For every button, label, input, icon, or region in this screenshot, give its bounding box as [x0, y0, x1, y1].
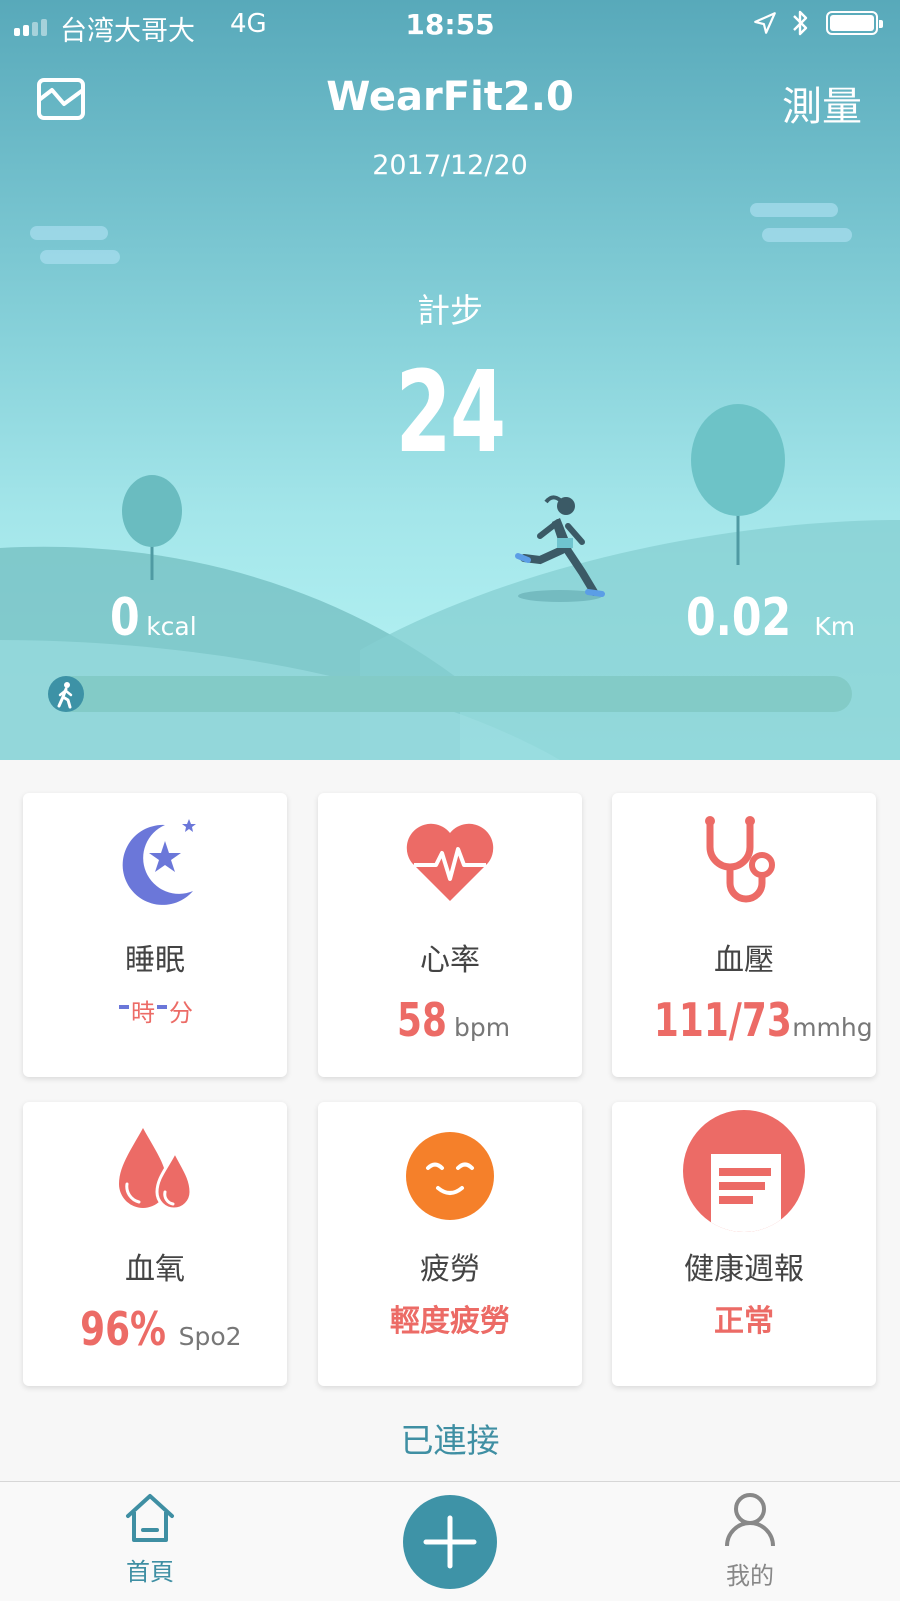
smiley-face-icon [318, 1122, 582, 1222]
distance-unit: Km [814, 612, 856, 641]
blood-pressure-unit: mmhg [792, 1013, 873, 1042]
location-arrow-icon [754, 12, 776, 34]
plus-icon [423, 1515, 477, 1569]
battery-icon [826, 11, 883, 35]
steps-label: 計步 [417, 291, 483, 330]
user-icon [725, 1493, 775, 1547]
blood-oxygen-card[interactable]: 血氧 96% Spo2 [23, 1102, 287, 1386]
distance-value: 0.02 [686, 588, 792, 648]
tab-profile-label: 我的 [726, 1562, 774, 1590]
bluetooth-icon [793, 10, 808, 36]
heart-rate-label: 心率 [420, 943, 480, 978]
report-document-icon [612, 1110, 876, 1232]
tab-home[interactable]: 首頁 [90, 1492, 210, 1587]
calories-readout: 0 kcal [110, 588, 197, 648]
fatigue-level: 輕度疲勞 [390, 1304, 510, 1339]
stethoscope-icon [612, 813, 876, 913]
blood-drops-icon [23, 1122, 287, 1222]
moon-star-icon [23, 813, 287, 913]
health-report-label: 健康週報 [684, 1252, 804, 1287]
minutes-unit: 分 [169, 999, 193, 1027]
walking-icon [48, 676, 84, 712]
heart-rate-card[interactable]: 心率 58 bpm [318, 793, 582, 1077]
heart-rate-unit: bpm [453, 1013, 511, 1042]
app-title: WearFit2.0 [326, 74, 574, 120]
blood-pressure-value: 111/73 [654, 993, 793, 1047]
calories-unit: kcal [146, 612, 197, 641]
hours-unit: 時 [131, 999, 155, 1027]
tab-profile[interactable]: 我的 [690, 1492, 810, 1591]
blood-oxygen-value: 96% [80, 1302, 167, 1356]
health-report-card[interactable]: 健康週報 正常 [612, 1102, 876, 1386]
sleep-duration: 時分 [23, 993, 287, 1028]
calories-value: 0 [110, 588, 140, 648]
add-button[interactable] [403, 1495, 497, 1589]
connection-status: 已連接 [400, 1421, 500, 1460]
blood-oxygen-unit: Spo2 [178, 1322, 242, 1351]
sleep-label: 睡眠 [125, 943, 185, 978]
blood-oxygen-label: 血氧 [125, 1252, 185, 1287]
home-icon [126, 1494, 174, 1542]
heart-pulse-icon [318, 813, 582, 913]
cloud-decoration [30, 226, 108, 240]
blood-pressure-readout: 111/73mmhg [612, 993, 876, 1047]
measure-button[interactable]: 測量 [782, 74, 862, 132]
blood-pressure-card[interactable]: 血壓 111/73mmhg [612, 793, 876, 1077]
current-date: 2017/12/20 [372, 150, 528, 181]
step-summary-panel: 台湾大哥大 4G 18:55 WearFit2.0 測量 2017/12/20 … [0, 0, 900, 760]
distance-readout: 0.02 Km [686, 588, 855, 648]
step-count: 24 [395, 348, 507, 478]
cloud-decoration [750, 203, 838, 217]
cloud-decoration [762, 228, 852, 242]
heart-rate-value: 58 [396, 993, 447, 1047]
heart-rate-readout: 58 bpm [318, 993, 582, 1047]
status-bar: 台湾大哥大 4G 18:55 [0, 0, 900, 50]
cloud-decoration [40, 250, 120, 264]
step-goal-progress-bar [48, 676, 852, 712]
sleep-card[interactable]: 睡眠 時分 [23, 793, 287, 1077]
fatigue-label: 疲勞 [420, 1252, 480, 1287]
fatigue-card[interactable]: 疲勞 輕度疲勞 [318, 1102, 582, 1386]
health-report-status: 正常 [714, 1304, 774, 1339]
blood-pressure-label: 血壓 [714, 943, 774, 978]
tab-home-label: 首頁 [126, 1558, 174, 1586]
blood-oxygen-readout: 96% Spo2 [23, 1302, 287, 1356]
